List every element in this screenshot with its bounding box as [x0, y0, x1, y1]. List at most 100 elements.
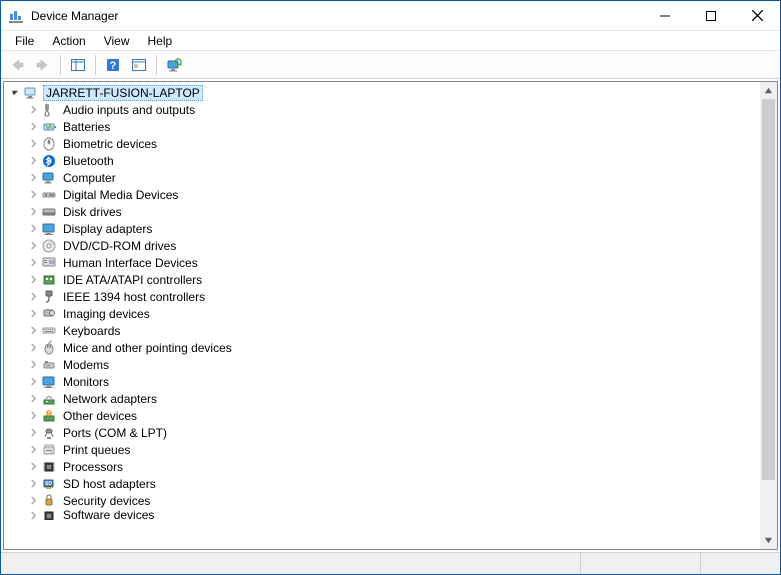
- category-label: Software devices: [61, 509, 156, 520]
- statusbar: [1, 552, 780, 574]
- help-button[interactable]: ?: [101, 54, 125, 76]
- tree-category[interactable]: Disk drives: [4, 203, 760, 220]
- chevron-right-icon[interactable]: [26, 460, 40, 474]
- chevron-right-icon[interactable]: [26, 494, 40, 508]
- category-icon: [41, 493, 57, 509]
- tree-category[interactable]: Modems: [4, 356, 760, 373]
- tree-category[interactable]: Batteries: [4, 118, 760, 135]
- category-icon: ?: [41, 408, 57, 424]
- tree-category[interactable]: Bluetooth: [4, 152, 760, 169]
- tree-category[interactable]: Keyboards: [4, 322, 760, 339]
- category-icon: SD: [41, 476, 57, 492]
- scroll-thumb[interactable]: [762, 99, 775, 480]
- chevron-right-icon[interactable]: [26, 273, 40, 287]
- tree-category[interactable]: IEEE 1394 host controllers: [4, 288, 760, 305]
- maximize-button[interactable]: [688, 1, 734, 30]
- chevron-down-icon[interactable]: [8, 86, 22, 100]
- show-hide-console-tree-button[interactable]: [66, 54, 90, 76]
- tree-category[interactable]: Processors: [4, 458, 760, 475]
- svg-text:SD: SD: [45, 481, 52, 487]
- vertical-scrollbar[interactable]: [760, 82, 777, 549]
- chevron-right-icon[interactable]: [26, 256, 40, 270]
- category-label: IEEE 1394 host controllers: [61, 290, 207, 304]
- chevron-right-icon[interactable]: [26, 120, 40, 134]
- tree-category[interactable]: ?Other devices: [4, 407, 760, 424]
- chevron-right-icon[interactable]: [26, 188, 40, 202]
- window-controls: [642, 1, 780, 30]
- menu-view[interactable]: View: [96, 32, 138, 50]
- chevron-right-icon[interactable]: [26, 154, 40, 168]
- tree-category[interactable]: Print queues: [4, 441, 760, 458]
- category-label: Ports (COM & LPT): [61, 426, 169, 440]
- chevron-right-icon[interactable]: [26, 290, 40, 304]
- category-icon: [41, 255, 57, 271]
- category-icon: [41, 374, 57, 390]
- tree-category[interactable]: Human Interface Devices: [4, 254, 760, 271]
- tree-category[interactable]: Mice and other pointing devices: [4, 339, 760, 356]
- tree-category[interactable]: IDE ATA/ATAPI controllers: [4, 271, 760, 288]
- forward-button[interactable]: [31, 54, 55, 76]
- category-label: Keyboards: [61, 324, 122, 338]
- chevron-right-icon[interactable]: [26, 137, 40, 151]
- category-label: Batteries: [61, 120, 112, 134]
- tree-root[interactable]: JARRETT-FUSION-LAPTOP: [4, 84, 760, 101]
- properties-button[interactable]: [127, 54, 151, 76]
- tree-category[interactable]: Network adapters: [4, 390, 760, 407]
- category-icon: [41, 459, 57, 475]
- chevron-right-icon[interactable]: [26, 171, 40, 185]
- minimize-button[interactable]: [642, 1, 688, 30]
- tree-category[interactable]: SD SD host adapters: [4, 475, 760, 492]
- category-icon: [41, 136, 57, 152]
- scroll-down-button[interactable]: [760, 532, 777, 549]
- scroll-up-button[interactable]: [760, 82, 777, 99]
- category-icon: [41, 204, 57, 220]
- category-icon: [41, 391, 57, 407]
- tree-category[interactable]: Imaging devices: [4, 305, 760, 322]
- tree-root-label: JARRETT-FUSION-LAPTOP: [43, 85, 203, 101]
- tree-category[interactable]: Security devices: [4, 492, 760, 509]
- tree-category[interactable]: Computer: [4, 169, 760, 186]
- device-tree[interactable]: JARRETT-FUSION-LAPTOP Audio inputs and o…: [4, 82, 760, 549]
- status-cell: [1, 553, 580, 574]
- menu-action[interactable]: Action: [44, 32, 93, 50]
- chevron-right-icon[interactable]: [26, 409, 40, 423]
- tree-category[interactable]: Display adapters: [4, 220, 760, 237]
- chevron-right-icon[interactable]: [26, 205, 40, 219]
- category-label: Audio inputs and outputs: [61, 103, 197, 117]
- menu-help[interactable]: Help: [140, 32, 181, 50]
- chevron-right-icon[interactable]: [26, 222, 40, 236]
- chevron-right-icon[interactable]: [26, 307, 40, 321]
- tree-category[interactable]: Monitors: [4, 373, 760, 390]
- tree-category[interactable]: Ports (COM & LPT): [4, 424, 760, 441]
- scan-for-hardware-changes-button[interactable]: [162, 54, 186, 76]
- chevron-right-icon[interactable]: [26, 239, 40, 253]
- device-manager-icon: [9, 8, 25, 24]
- category-label: IDE ATA/ATAPI controllers: [61, 273, 204, 287]
- chevron-right-icon[interactable]: [26, 358, 40, 372]
- close-button[interactable]: [734, 1, 780, 30]
- category-icon: [41, 442, 57, 458]
- category-label: SD host adapters: [61, 477, 158, 491]
- chevron-right-icon[interactable]: [26, 375, 40, 389]
- chevron-right-icon[interactable]: [26, 426, 40, 440]
- tree-category[interactable]: Software devices: [4, 509, 760, 520]
- titlebar: Device Manager: [1, 1, 780, 31]
- tree-category[interactable]: DVD/CD-ROM drives: [4, 237, 760, 254]
- chevron-right-icon[interactable]: [26, 324, 40, 338]
- tree-category[interactable]: Digital Media Devices: [4, 186, 760, 203]
- chevron-right-icon[interactable]: [26, 392, 40, 406]
- category-icon: [41, 238, 57, 254]
- scroll-track[interactable]: [760, 99, 777, 532]
- tree-category[interactable]: Biometric devices: [4, 135, 760, 152]
- category-label: Digital Media Devices: [61, 188, 180, 202]
- chevron-right-icon[interactable]: [26, 509, 40, 520]
- menu-file[interactable]: File: [7, 32, 42, 50]
- tree-category[interactable]: Audio inputs and outputs: [4, 101, 760, 118]
- category-label: Print queues: [61, 443, 132, 457]
- chevron-right-icon[interactable]: [26, 341, 40, 355]
- category-icon: [41, 289, 57, 305]
- chevron-right-icon[interactable]: [26, 477, 40, 491]
- back-button[interactable]: [5, 54, 29, 76]
- chevron-right-icon[interactable]: [26, 443, 40, 457]
- chevron-right-icon[interactable]: [26, 103, 40, 117]
